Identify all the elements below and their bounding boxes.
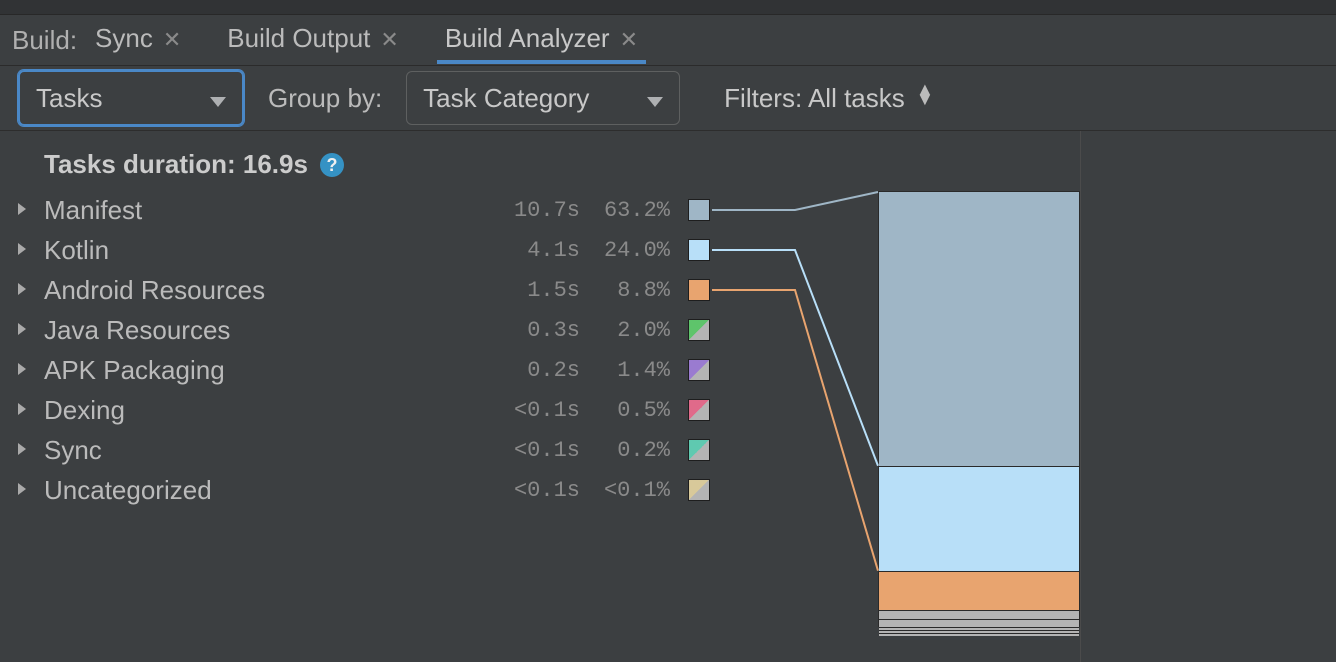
close-icon[interactable]: ✕: [163, 25, 181, 51]
category-percent: 0.2%: [580, 438, 670, 463]
chevron-right-icon[interactable]: [0, 237, 44, 263]
category-name: Uncategorized: [44, 475, 490, 506]
category-name: Android Resources: [44, 275, 490, 306]
close-icon[interactable]: ✕: [620, 25, 638, 51]
category-time: <0.1s: [490, 398, 580, 423]
category-name: Manifest: [44, 195, 490, 226]
details-panel: [1081, 131, 1336, 662]
category-name: Kotlin: [44, 235, 490, 266]
category-name: Java Resources: [44, 315, 490, 346]
category-percent: 1.4%: [580, 358, 670, 383]
category-color-swatch: [688, 319, 710, 341]
chevron-right-icon[interactable]: [0, 317, 44, 343]
chart-segment: [879, 466, 1079, 571]
chevron-right-icon[interactable]: [0, 357, 44, 383]
category-time: 4.1s: [490, 238, 580, 263]
category-name: Dexing: [44, 395, 490, 426]
help-icon[interactable]: ?: [320, 153, 344, 177]
tab-label: Build Analyzer: [445, 23, 610, 54]
category-percent: 0.5%: [580, 398, 670, 423]
tasks-duration-heading: Tasks duration: 16.9s ?: [0, 131, 1080, 190]
tab-label: Sync: [95, 23, 153, 54]
category-color-swatch: [688, 399, 710, 421]
category-color-swatch: [688, 279, 710, 301]
chevron-down-icon: [647, 83, 663, 114]
category-color-swatch: [688, 359, 710, 381]
category-time: <0.1s: [490, 438, 580, 463]
view-selector-value: Tasks: [36, 83, 102, 114]
filters-dropdown[interactable]: Filters: All tasks ▲▼: [724, 83, 934, 114]
tab-build-output[interactable]: Build Output ✕: [219, 17, 407, 64]
window-top-strip: [0, 0, 1336, 15]
tab-build-analyzer[interactable]: Build Analyzer ✕: [437, 17, 646, 64]
group-by-dropdown[interactable]: Task Category: [406, 71, 680, 125]
tab-label: Build Output: [227, 23, 370, 54]
tool-window-tabbar: Build: Sync ✕ Build Output ✕ Build Analyzer ✕: [0, 15, 1336, 66]
chevron-down-icon: [210, 83, 226, 114]
chevron-right-icon[interactable]: [0, 437, 44, 463]
category-color-swatch: [688, 199, 710, 221]
group-by-value: Task Category: [423, 83, 589, 114]
category-time: 10.7s: [490, 198, 580, 223]
chart-segment: [879, 633, 1079, 636]
category-percent: 8.8%: [580, 278, 670, 303]
category-time: 0.2s: [490, 358, 580, 383]
chevron-right-icon[interactable]: [0, 277, 44, 303]
category-time: 0.3s: [490, 318, 580, 343]
filters-label: Filters: All tasks: [724, 83, 905, 113]
category-color-swatch: [688, 239, 710, 261]
category-name: APK Packaging: [44, 355, 490, 386]
chart-segment: [879, 619, 1079, 626]
tabbar-prefix: Build:: [8, 25, 83, 56]
group-by-label: Group by:: [268, 83, 382, 114]
chart-segment: [879, 571, 1079, 610]
category-percent: 2.0%: [580, 318, 670, 343]
category-percent: <0.1%: [580, 478, 670, 503]
analyzer-toolbar: Tasks Group by: Task Category Filters: A…: [0, 66, 1336, 131]
tasks-stacked-chart: [878, 191, 1080, 627]
chevron-right-icon[interactable]: [0, 397, 44, 423]
chart-segment: [879, 192, 1079, 466]
sort-icon: ▲▼: [916, 84, 934, 104]
category-color-swatch: [688, 479, 710, 501]
category-time: 1.5s: [490, 278, 580, 303]
category-percent: 63.2%: [580, 198, 670, 223]
view-selector-dropdown[interactable]: Tasks: [18, 70, 244, 126]
chevron-right-icon[interactable]: [0, 477, 44, 503]
tasks-panel: Tasks duration: 16.9s ? Manifest10.7s63.…: [0, 131, 1081, 662]
category-name: Sync: [44, 435, 490, 466]
close-icon[interactable]: ✕: [380, 25, 398, 51]
category-percent: 24.0%: [580, 238, 670, 263]
tasks-duration-text: Tasks duration: 16.9s: [44, 149, 308, 180]
category-time: <0.1s: [490, 478, 580, 503]
chart-segment: [879, 610, 1079, 620]
tab-sync[interactable]: Sync ✕: [87, 17, 189, 64]
category-color-swatch: [688, 439, 710, 461]
chevron-right-icon[interactable]: [0, 197, 44, 223]
